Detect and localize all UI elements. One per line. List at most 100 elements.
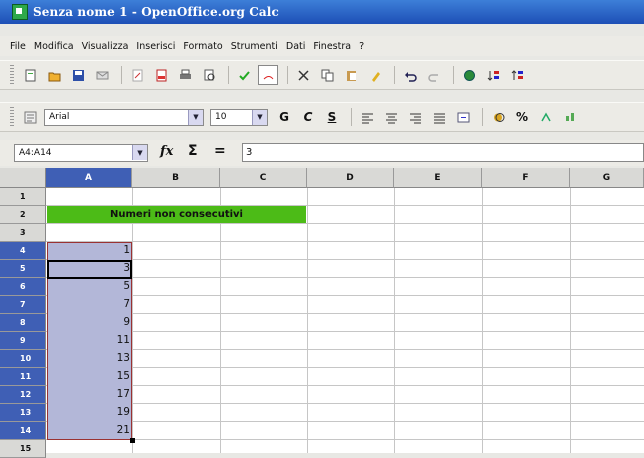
toolbar-grip[interactable] [10, 107, 14, 127]
select-all-corner[interactable] [0, 168, 46, 188]
row-header-9[interactable]: 9 [0, 332, 46, 350]
menu-modifica[interactable]: Modifica [34, 41, 74, 52]
chevron-down-icon[interactable]: ▼ [188, 109, 203, 125]
hyperlink-icon[interactable] [459, 65, 479, 85]
row-header-12[interactable]: 12 [0, 386, 46, 404]
menu-finestra[interactable]: Finestra [313, 41, 351, 52]
font-size-value: 10 [215, 112, 227, 122]
column-header-a[interactable]: A [46, 168, 132, 188]
row-header-8[interactable]: 8 [0, 314, 46, 332]
grid-line [46, 259, 644, 260]
name-box[interactable]: A4:A14 ▼ [14, 144, 148, 162]
toolbar-separator [287, 66, 288, 84]
column-header-d[interactable]: D [307, 168, 394, 188]
row-header-3[interactable]: 3 [0, 224, 46, 242]
formula-input[interactable]: 3 [242, 143, 644, 162]
menu-dati[interactable]: Dati [286, 41, 306, 52]
grid-line [46, 349, 644, 350]
toolbar-separator [482, 108, 483, 126]
add-decimal-icon[interactable] [560, 107, 580, 127]
row-header-11[interactable]: 11 [0, 368, 46, 386]
export-pdf-icon[interactable] [151, 65, 171, 85]
column-header-g[interactable]: G [570, 168, 644, 188]
edit-file-icon[interactable] [127, 65, 147, 85]
column-header-e[interactable]: E [394, 168, 482, 188]
window-title: Senza nome 1 - OpenOffice.org Calc [33, 5, 279, 19]
cell-a6[interactable]: 5 [47, 278, 131, 296]
menu-visualizza[interactable]: Visualizza [82, 41, 129, 52]
undo-icon[interactable] [400, 65, 420, 85]
merged-title-cell[interactable]: Numeri non consecutivi [47, 206, 306, 223]
menu-formato[interactable]: Formato [183, 41, 222, 52]
sort-ascending-icon[interactable] [483, 65, 503, 85]
open-folder-icon[interactable] [44, 65, 64, 85]
grid-line [46, 385, 644, 386]
row-header-6[interactable]: 6 [0, 278, 46, 296]
styles-icon[interactable] [20, 107, 40, 127]
cell-a9[interactable]: 11 [47, 332, 131, 350]
row-header-10[interactable]: 10 [0, 350, 46, 368]
font-size-select[interactable]: 10 ▼ [210, 108, 268, 126]
cell-a14[interactable]: 21 [47, 422, 131, 440]
align-center-icon[interactable] [381, 107, 401, 127]
row-header-5[interactable]: 5 [0, 260, 46, 278]
chevron-down-icon[interactable]: ▼ [132, 145, 147, 160]
row-header-1[interactable]: 1 [0, 188, 46, 206]
formula-bar: A4:A14 ▼ fx Σ = 3 [0, 140, 644, 166]
paste-icon[interactable] [341, 65, 361, 85]
autospellcheck-icon[interactable] [258, 65, 278, 85]
menu-strumenti[interactable]: Strumenti [231, 41, 278, 52]
spreadsheet-grid[interactable]: A B C D E F G 1 2 3 4 5 6 7 8 9 10 11 12… [0, 168, 644, 458]
cell-a7[interactable]: 7 [47, 296, 131, 314]
row-header-15[interactable]: 15 [0, 440, 46, 458]
underline-button[interactable]: S [322, 107, 342, 127]
grid-line [132, 188, 133, 453]
cell-a8[interactable]: 9 [47, 314, 131, 332]
save-icon[interactable] [68, 65, 88, 85]
function-button[interactable]: = [214, 143, 226, 159]
row-header-4[interactable]: 4 [0, 242, 46, 260]
sum-button[interactable]: Σ [188, 143, 198, 159]
menu-file[interactable]: File [10, 41, 26, 52]
print-preview-icon[interactable] [199, 65, 219, 85]
email-icon[interactable] [92, 65, 112, 85]
column-header-c[interactable]: C [220, 168, 307, 188]
bold-button[interactable]: G [274, 107, 294, 127]
function-wizard-button[interactable]: fx [160, 144, 173, 159]
new-document-icon[interactable] [20, 65, 40, 85]
font-name-select[interactable]: Arial ▼ [44, 108, 204, 126]
row-header-14[interactable]: 14 [0, 422, 46, 440]
justify-icon[interactable] [429, 107, 449, 127]
font-name-value: Arial [49, 112, 70, 122]
menu-help[interactable]: ? [359, 41, 364, 52]
clone-formatting-icon[interactable] [365, 65, 385, 85]
row-header-13[interactable]: 13 [0, 404, 46, 422]
percent-format-button[interactable]: % [512, 107, 532, 127]
align-left-icon[interactable] [357, 107, 377, 127]
sort-descending-icon[interactable] [507, 65, 527, 85]
menu-inserisci[interactable]: Inserisci [136, 41, 175, 52]
column-header-b[interactable]: B [132, 168, 220, 188]
cell-a11[interactable]: 15 [47, 368, 131, 386]
row-header-7[interactable]: 7 [0, 296, 46, 314]
currency-format-icon[interactable] [488, 107, 508, 127]
spellcheck-icon[interactable] [234, 65, 254, 85]
italic-button[interactable]: C [298, 107, 318, 127]
print-icon[interactable] [175, 65, 195, 85]
autofill-handle[interactable] [130, 438, 135, 443]
title-bar: Senza nome 1 - OpenOffice.org Calc [0, 0, 644, 24]
number-format-icon[interactable] [536, 107, 556, 127]
row-header-2[interactable]: 2 [0, 206, 46, 224]
cell-a13[interactable]: 19 [47, 404, 131, 422]
toolbar-grip[interactable] [10, 65, 14, 85]
align-right-icon[interactable] [405, 107, 425, 127]
cut-icon[interactable] [293, 65, 313, 85]
chevron-down-icon[interactable]: ▼ [252, 109, 267, 125]
cell-a10[interactable]: 13 [47, 350, 131, 368]
column-header-f[interactable]: F [482, 168, 570, 188]
merge-cells-icon[interactable] [453, 107, 473, 127]
copy-icon[interactable] [317, 65, 337, 85]
grid-line [46, 367, 644, 368]
cell-a4[interactable]: 1 [47, 242, 131, 260]
cell-a12[interactable]: 17 [47, 386, 131, 404]
